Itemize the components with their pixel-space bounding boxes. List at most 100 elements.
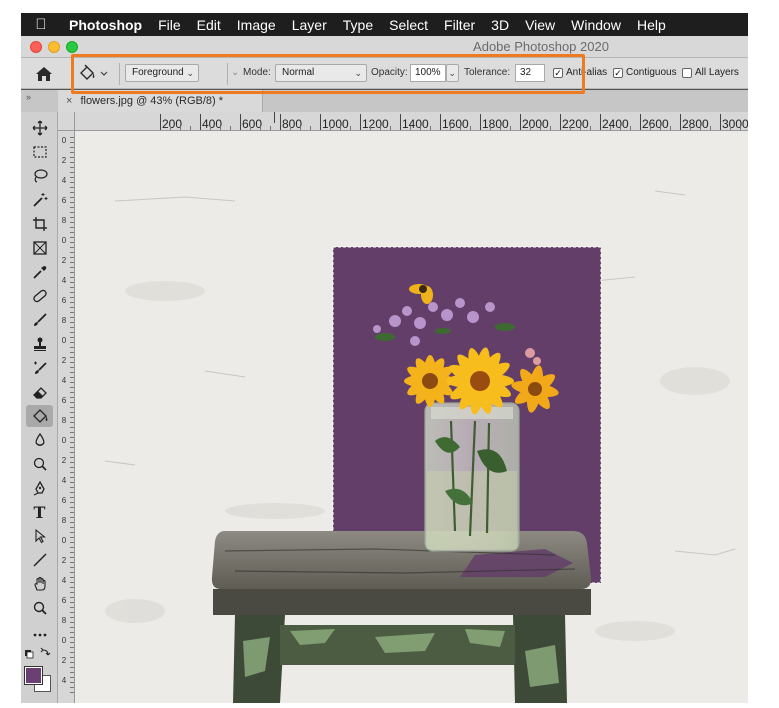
menu-edit[interactable]: Edit [189, 17, 229, 33]
move-tool[interactable] [26, 117, 53, 139]
lasso-icon [33, 169, 48, 183]
minimize-window-button[interactable] [48, 41, 60, 53]
ruler-label: 8 [61, 216, 67, 225]
horizontal-ruler[interactable]: 200 400 600 800 1000 1200 1400 1600 1800 2000 2200… [75, 112, 748, 131]
ruler-minor-tick [740, 126, 741, 130]
ruler-minor-tick [650, 126, 651, 130]
zoom-tool[interactable] [26, 597, 53, 619]
ruler-minor-tick [70, 557, 74, 558]
ruler-label: 6 [61, 196, 67, 205]
paint-bucket-tool[interactable] [26, 405, 53, 427]
swap-colors-icon [25, 647, 51, 659]
menu-help[interactable]: Help [629, 17, 674, 33]
more-tools-button[interactable] [26, 623, 53, 645]
ruler-minor-tick [70, 192, 74, 193]
document-canvas[interactable] [75, 131, 748, 703]
eyedropper-tool[interactable] [26, 261, 53, 283]
swap-colors-button[interactable] [23, 646, 53, 662]
ruler-minor-tick [70, 402, 74, 403]
ruler-minor-tick [70, 567, 74, 568]
ruler-major-tick [480, 114, 481, 130]
menu-view[interactable]: View [517, 17, 563, 33]
dodge-tool[interactable] [26, 453, 53, 475]
menu-filter[interactable]: Filter [436, 17, 483, 33]
vertical-ruler[interactable]: 0 2 4 6 8 0 2 4 6 8 0 2 4 6 8 0 2 4 6 8 0 2 4 6 8 0 2 4 [58, 131, 75, 703]
ruler-minor-tick [70, 667, 74, 668]
ruler-minor-tick [530, 126, 531, 130]
ruler-minor-tick [310, 126, 311, 130]
menu-3d[interactable]: 3D [483, 17, 517, 33]
frame-tool[interactable] [26, 237, 53, 259]
ruler-minor-tick [70, 547, 74, 548]
lasso-tool[interactable] [26, 165, 53, 187]
magic-wand-tool[interactable] [26, 189, 53, 211]
brush-tool[interactable] [26, 309, 53, 331]
ruler-minor-tick [540, 126, 541, 130]
maximize-window-button[interactable] [66, 41, 78, 53]
ruler-major-tick [320, 114, 321, 130]
ruler-minor-tick [70, 532, 74, 533]
menu-type[interactable]: Type [335, 17, 381, 33]
ruler-minor-tick [70, 662, 74, 663]
menu-layer[interactable]: Layer [284, 17, 335, 33]
ruler-minor-tick [70, 352, 74, 353]
ruler-label: 0 [61, 536, 67, 545]
ruler-major-tick [240, 114, 241, 130]
ruler-minor-tick [590, 126, 591, 130]
ruler-minor-tick [70, 597, 74, 598]
ruler-minor-tick [70, 387, 74, 388]
line-tool[interactable] [26, 549, 53, 571]
ruler-minor-tick [70, 497, 74, 498]
ruler-minor-tick [70, 447, 74, 448]
ruler-minor-tick [70, 347, 74, 348]
healing-brush-tool[interactable] [26, 285, 53, 307]
close-window-button[interactable] [30, 41, 42, 53]
history-brush-tool[interactable] [26, 357, 53, 379]
crop-tool[interactable] [26, 213, 53, 235]
ruler-minor-tick [70, 452, 74, 453]
menu-window[interactable]: Window [563, 17, 629, 33]
contiguous-checkbox[interactable]: ✓ [613, 68, 623, 78]
ruler-minor-tick [660, 126, 661, 130]
hand-tool[interactable] [26, 573, 53, 595]
menu-image[interactable]: Image [229, 17, 284, 33]
clone-stamp-tool[interactable] [26, 333, 53, 355]
type-tool[interactable]: T [26, 501, 53, 523]
menu-photoshop[interactable]: Photoshop [61, 17, 150, 33]
ruler-major-tick [200, 114, 201, 130]
ruler-minor-tick [70, 687, 74, 688]
ruler-origin[interactable] [58, 112, 75, 131]
blur-tool[interactable] [26, 429, 53, 451]
ruler-minor-tick [70, 677, 74, 678]
ruler-label: 0 [61, 136, 67, 145]
ruler-minor-tick [70, 637, 74, 638]
ruler-minor-tick [380, 126, 381, 130]
ruler-minor-tick [70, 607, 74, 608]
rectangular-marquee-icon [32, 146, 47, 158]
menu-select[interactable]: Select [381, 17, 436, 33]
ruler-minor-tick [70, 312, 74, 313]
ruler-minor-tick [70, 412, 74, 413]
pen-tool[interactable] [26, 477, 53, 499]
close-tab-icon[interactable]: × [66, 95, 72, 107]
ruler-minor-tick [70, 202, 74, 203]
ruler-cursor-marker [274, 112, 275, 123]
ruler-major-tick [560, 114, 561, 130]
ruler-minor-tick [70, 657, 74, 658]
marquee-tool[interactable] [26, 141, 53, 163]
ruler-minor-tick [70, 647, 74, 648]
collapse-panels-icon[interactable]: » [26, 92, 31, 102]
home-button[interactable] [33, 64, 55, 84]
ruler-label: 3000 [722, 117, 748, 131]
apple-logo-icon[interactable]:  [21, 16, 61, 33]
path-selection-tool[interactable] [26, 525, 53, 547]
ruler-label: 2200 [562, 117, 589, 131]
ruler-minor-tick [70, 237, 74, 238]
ruler-minor-tick [390, 126, 391, 130]
all-layers-checkbox[interactable] [682, 68, 692, 78]
menu-file[interactable]: File [150, 17, 189, 33]
ruler-minor-tick [420, 126, 421, 130]
ruler-label: 6 [61, 596, 67, 605]
foreground-color-swatch[interactable] [24, 666, 43, 685]
eraser-tool[interactable] [26, 381, 53, 403]
